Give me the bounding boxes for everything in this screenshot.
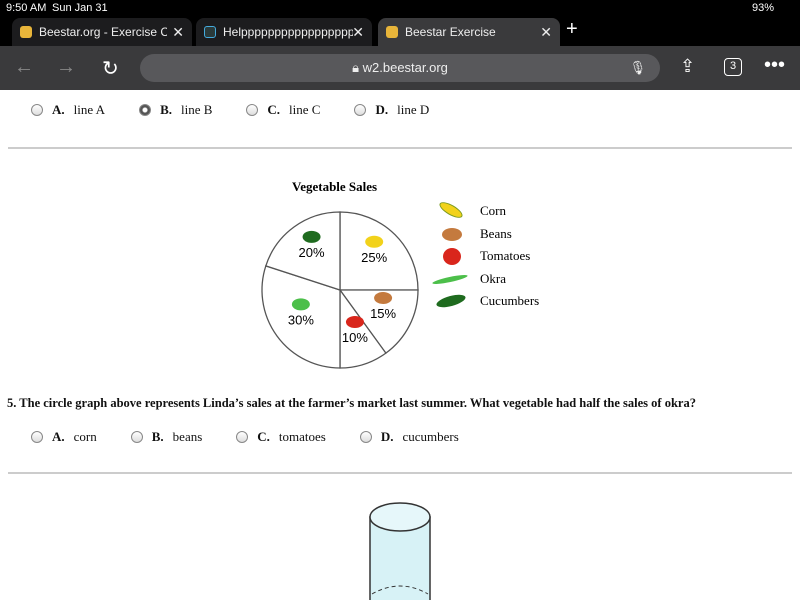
beans-icon — [432, 224, 468, 244]
answer-options: A. corn B. beans C. tomatoes D. cucumbers — [31, 429, 493, 445]
legend-item: Cucumbers — [432, 290, 539, 313]
slice-label: 20% — [299, 245, 325, 260]
radio[interactable] — [359, 431, 372, 443]
beans-icon — [374, 291, 393, 304]
okra-icon — [431, 269, 469, 289]
slice-label: 30% — [288, 312, 314, 327]
tomatoes-icon — [345, 315, 364, 328]
tomato-icon — [432, 246, 468, 266]
option-a[interactable]: A. corn — [31, 429, 97, 445]
cucumber-icon — [432, 291, 468, 311]
option-d[interactable]: D. cucumbers — [359, 429, 459, 445]
divider — [8, 472, 792, 474]
okra-icon — [291, 298, 310, 311]
option-c[interactable]: C. tomatoes — [236, 429, 326, 445]
option-b[interactable]: B. beans — [130, 429, 202, 445]
legend-item: Tomatoes — [432, 245, 539, 268]
cylinder-figure — [369, 502, 431, 600]
legend-item: Corn — [432, 199, 539, 223]
radio[interactable] — [31, 431, 43, 443]
slice-label: 10% — [342, 330, 368, 345]
legend-item: Beans — [432, 223, 539, 246]
radio[interactable] — [236, 431, 249, 443]
corn-icon — [365, 235, 384, 248]
cucumbers-icon — [302, 230, 321, 243]
radio[interactable] — [130, 431, 143, 443]
legend-item: Okra — [431, 268, 539, 291]
chart-legend: Corn Beans Tomatoes Okra Cucumbers — [431, 199, 539, 313]
question-text: 5. The circle graph above represents Lin… — [7, 396, 696, 410]
corn-icon — [432, 199, 468, 222]
slice-label: 25% — [361, 250, 387, 265]
slice-label: 15% — [370, 306, 396, 321]
